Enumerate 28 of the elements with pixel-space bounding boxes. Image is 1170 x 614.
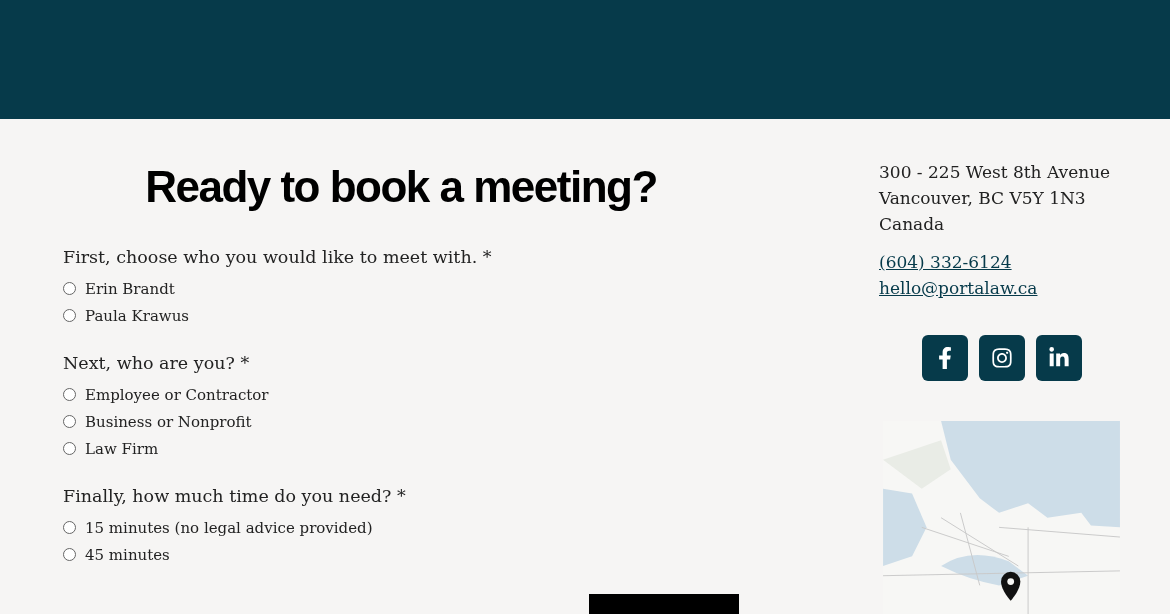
facebook-button[interactable] bbox=[921, 334, 968, 381]
question-label: First, choose who you would like to meet with. * bbox=[63, 246, 493, 269]
address-line: Vancouver, BC V5Y 1N3 bbox=[879, 187, 1087, 210]
linkedin-icon bbox=[1047, 346, 1070, 369]
address-line: Canada bbox=[879, 213, 946, 236]
contact-link[interactable]: hello@portalaw.ca bbox=[879, 277, 1038, 298]
instagram-icon bbox=[990, 346, 1013, 369]
option-label: Paula Krawus bbox=[85, 306, 190, 325]
instagram-button[interactable] bbox=[978, 334, 1025, 381]
linkedin-button[interactable] bbox=[1035, 334, 1082, 381]
radio-button[interactable] bbox=[63, 548, 76, 561]
radio-button[interactable] bbox=[63, 442, 76, 455]
option-label: Employee or Contractor bbox=[85, 385, 269, 404]
option-label: Erin Brandt bbox=[85, 279, 175, 298]
contact-link[interactable]: (604) 332-6124 bbox=[879, 251, 1012, 272]
option-label: 15 minutes (no legal advice provided) bbox=[85, 518, 373, 537]
question-label: Finally, how much time do you need? * bbox=[63, 485, 407, 508]
radio-button[interactable] bbox=[63, 282, 76, 295]
option-label: 45 minutes bbox=[85, 545, 170, 564]
radio-button[interactable] bbox=[63, 309, 76, 322]
radio-button[interactable] bbox=[63, 388, 76, 401]
radio-button[interactable] bbox=[63, 521, 76, 534]
radio-button[interactable] bbox=[63, 415, 76, 428]
address-line: 300 - 225 West 8th Avenue bbox=[879, 161, 1112, 184]
option-label: Business or Nonprofit bbox=[85, 412, 252, 431]
question-label: Next, who are you? * bbox=[63, 352, 251, 375]
page-heading: Ready to book a meeting? bbox=[144, 161, 658, 213]
option-label: Law Firm bbox=[85, 439, 159, 458]
